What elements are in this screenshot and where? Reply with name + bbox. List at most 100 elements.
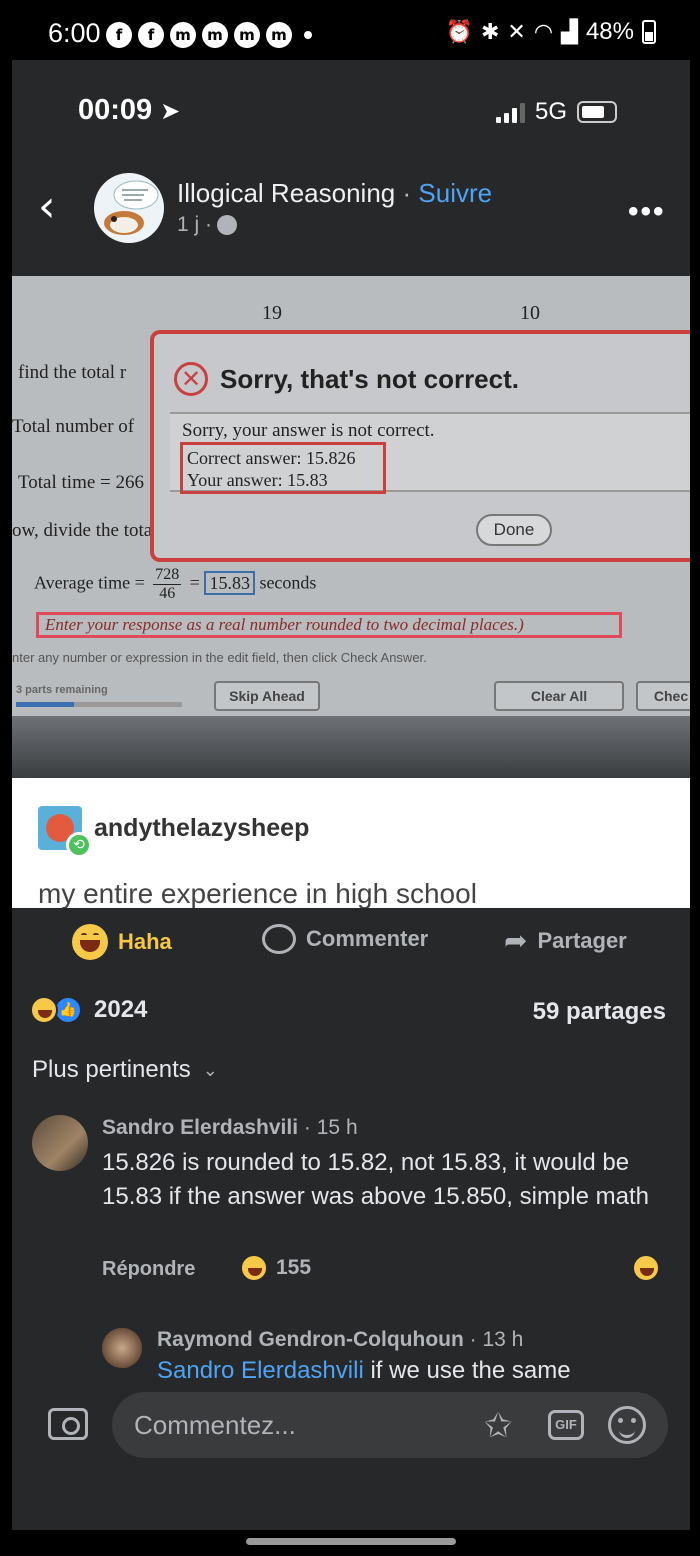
comment-react-button[interactable] xyxy=(632,1254,660,1282)
reply-avatar[interactable] xyxy=(102,1328,142,1368)
cellular-signal-icon xyxy=(496,101,525,123)
share-button[interactable]: ➦ Partager xyxy=(504,924,627,957)
dialog-body: Sorry, your answer is not correct. Corre… xyxy=(170,412,690,494)
ios-battery-icon xyxy=(577,101,618,123)
reply-time: · 13 h xyxy=(469,1328,524,1351)
avg-label: Average time = xyxy=(34,572,145,593)
tumblr-repost: ⟲ andythelazysheep my entire experience … xyxy=(12,778,690,908)
haha-emoji-icon xyxy=(240,1254,268,1282)
commenter-avatar[interactable] xyxy=(32,1115,88,1171)
wifi-icon: ◠ xyxy=(533,19,554,45)
dialog-message: Sorry, your answer is not correct. xyxy=(182,420,435,441)
your-answer: Your answer: 15.83 xyxy=(187,470,328,490)
haha-emoji-icon xyxy=(30,996,58,1024)
comment-time: · 15 h xyxy=(303,1116,358,1139)
post-meta: 1 j · xyxy=(177,213,238,237)
ios-status-icons: 5G xyxy=(496,98,618,126)
dialog-title: Sorry, that's not correct. xyxy=(220,363,519,394)
comment-composer: Commentez... ✩ GIF xyxy=(12,1380,690,1490)
chevron-down-icon: ⌄ xyxy=(202,1059,218,1081)
comment-author[interactable]: Sandro Elerdashvili xyxy=(102,1116,298,1139)
tumblr-caption: my entire experience in high school xyxy=(38,878,477,908)
share-arrow-icon: ➦ xyxy=(504,924,528,957)
parts-progress-bar xyxy=(16,702,182,707)
post-action-bar: Haha Commenter ➦ Partager xyxy=(12,918,690,968)
comment-text: 15.826 is rounded to 15.82, not 15.83, i… xyxy=(102,1149,649,1210)
sort-label: Plus pertinents xyxy=(32,1056,191,1083)
answer-field: 15.83 xyxy=(204,570,255,595)
reply-author[interactable]: Raymond Gendron-Colquhoun xyxy=(157,1328,464,1351)
facebook-notification-icon: f xyxy=(106,22,132,48)
facebook-notification-icon: f xyxy=(138,22,164,48)
fraction-numerator: 728 xyxy=(153,566,182,585)
reply-author-line: Raymond Gendron-Colquhoun · 13 h xyxy=(157,1328,523,1352)
alarm-icon: ⏰ xyxy=(445,19,473,45)
photo-number: 19 xyxy=(262,302,282,324)
haha-emoji-icon xyxy=(72,924,108,960)
progress-fill xyxy=(16,702,75,707)
sticker-icon[interactable]: ✩ xyxy=(484,1406,513,1446)
parts-remaining: 3 parts remaining xyxy=(16,684,108,696)
system-icons: ⏰ ✱ ✕ ◠ ▟ 48% xyxy=(446,18,656,46)
emoji-picker-icon[interactable] xyxy=(608,1406,646,1444)
photo-text-line: Total number of xyxy=(12,416,135,437)
reaction-count: 2024 xyxy=(94,996,148,1023)
comment-sort-dropdown[interactable]: Plus pertinents ⌄ xyxy=(32,1056,218,1084)
post-photo[interactable]: 19 10 find the total r Total number of T… xyxy=(12,276,690,778)
messenger-notification-icon: m xyxy=(266,22,292,48)
tumblr-username: andythelazysheep xyxy=(94,814,310,842)
avg-unit: seconds xyxy=(259,572,317,593)
answer-comparison-box: Correct answer: 15.826 Your answer: 15.8… xyxy=(180,442,386,494)
back-icon[interactable]: ‹ xyxy=(38,185,68,229)
ios-status-time: 00:09 ➤ xyxy=(78,94,181,126)
clear-all-button: Clear All xyxy=(494,681,624,711)
comment-input[interactable]: Commentez... ✩ GIF xyxy=(112,1392,668,1458)
name-separator: · xyxy=(402,178,412,208)
follow-button[interactable]: Suivre xyxy=(418,178,492,208)
photo-number: 10 xyxy=(520,302,540,324)
messenger-notification-icon: m xyxy=(234,22,260,48)
page-avatar[interactable] xyxy=(94,173,164,243)
camera-icon[interactable] xyxy=(48,1408,88,1440)
page-name-line: Illogical Reasoning · Suivre xyxy=(177,178,492,209)
check-answer-button: Chec xyxy=(636,681,690,711)
dialog-title-row: ✕ Sorry, that's not correct. xyxy=(174,362,519,396)
home-indicator[interactable] xyxy=(246,1538,456,1545)
post-age: 1 j · xyxy=(177,213,213,236)
notification-icons: f f m m m m xyxy=(106,22,312,48)
haha-reaction-button[interactable]: Haha xyxy=(72,924,172,960)
reaction-summary[interactable]: 👍 2024 xyxy=(30,996,147,1024)
done-button: Done xyxy=(476,514,552,546)
signal-icon: ▟ xyxy=(561,19,578,45)
reblog-icon: ⟲ xyxy=(66,832,92,858)
instruction-note: Enter your response as a real number rou… xyxy=(36,612,622,638)
gif-icon[interactable]: GIF xyxy=(548,1410,584,1440)
avg-equals: = xyxy=(189,572,200,593)
fraction: 728 46 xyxy=(153,566,182,603)
photo-text-line: ow, divide the tota xyxy=(12,520,153,541)
battery-icon xyxy=(642,20,656,44)
comment-bubble-icon xyxy=(262,924,296,954)
location-arrow-icon: ➤ xyxy=(160,97,181,125)
reply-button[interactable]: Répondre xyxy=(102,1258,195,1281)
monitor-bezel xyxy=(12,716,690,778)
mute-icon: ✕ xyxy=(507,19,526,45)
share-count[interactable]: 59 partages xyxy=(533,998,666,1026)
fraction-denominator: 46 xyxy=(159,585,176,602)
page-name-link[interactable]: Illogical Reasoning xyxy=(177,178,395,208)
globe-icon xyxy=(217,215,238,235)
comment-button[interactable]: Commenter xyxy=(262,924,428,954)
comment-reaction-count[interactable]: 155 xyxy=(240,1254,311,1282)
correct-answer: Correct answer: 15.826 xyxy=(187,448,356,468)
error-x-icon: ✕ xyxy=(174,362,208,396)
network-type: 5G xyxy=(535,98,568,125)
haha-emoji-icon xyxy=(632,1254,660,1282)
skip-ahead-button: Skip Ahead xyxy=(214,681,320,711)
battery-percent: 48% xyxy=(585,18,634,45)
like-icon: 👍 xyxy=(54,996,82,1024)
status-time: 6:00 xyxy=(48,18,101,48)
photo-text-line: find the total r xyxy=(18,362,127,383)
messenger-notification-icon: m xyxy=(202,22,228,48)
more-options-icon[interactable]: ••• xyxy=(628,195,666,229)
comment-placeholder: Commentez... xyxy=(134,1410,296,1440)
